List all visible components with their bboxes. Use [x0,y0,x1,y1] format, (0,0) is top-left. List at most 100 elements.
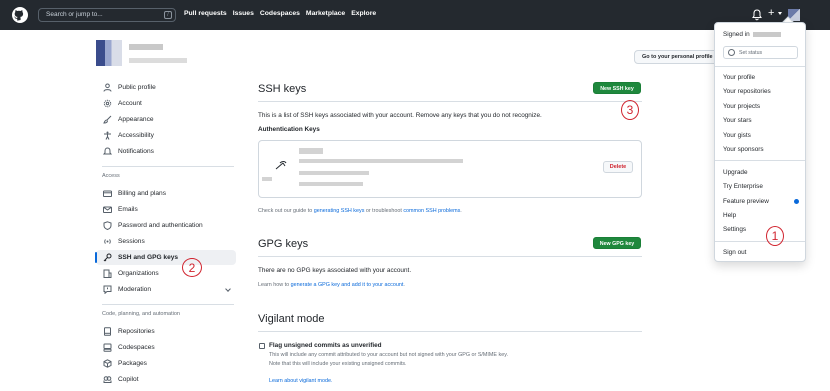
redacted-key-title [299,148,323,154]
sidebar-item-label: SSH and GPG keys [118,254,179,261]
chevron-down-icon[interactable] [225,286,231,292]
menu-divider [715,160,805,161]
sidebar-item-moderation[interactable]: Moderation [96,282,236,297]
vigilant-desc-2: Note that this will include your existin… [269,361,407,367]
key-icon [275,161,287,170]
menu-sign-out[interactable]: Sign out [723,249,746,256]
new-gpg-key-button[interactable]: New GPG key [593,237,641,249]
nav-pull-requests[interactable]: Pull requests [184,10,227,17]
sidebar-item-appearance[interactable]: Appearance [96,112,236,127]
menu-your-repositories[interactable]: Your repositories [723,88,771,95]
vigilant-desc-1: This will include any commit attributed … [269,352,508,358]
sidebar-item-ssh-gpg-keys[interactable]: SSH and GPG keys [95,250,236,265]
organization-icon [102,269,112,279]
sidebar-item-repositories[interactable]: Repositories [96,324,236,339]
section-divider [258,101,642,102]
learn-vigilant-link[interactable]: Learn about vigilant mode. [269,378,333,384]
redacted-account-type [129,58,187,63]
common-ssh-problems-link[interactable]: common SSH problems [403,208,460,214]
go-to-profile-button[interactable]: Go to your personal profile [634,50,724,64]
sidebar-item-label: Sessions [118,238,145,245]
package-icon [102,359,112,369]
copilot-icon [102,375,112,385]
sidebar-item-notifications[interactable]: Notifications [96,144,236,159]
mail-icon [102,205,112,215]
sidebar-item-label: Organizations [118,270,159,277]
menu-your-stars[interactable]: Your stars [723,117,752,124]
nav-marketplace[interactable]: Marketplace [306,10,345,17]
sidebar-item-label: Appearance [118,116,154,123]
gear-icon [102,99,112,109]
menu-divider [715,66,805,67]
user-dropdown-menu: Signed in Set status Your profile Your r… [714,22,806,262]
menu-divider [715,241,805,242]
sidebar-item-label: Moderation [118,286,151,293]
sidebar-item-packages[interactable]: Packages [96,356,236,371]
sidebar-item-sessions[interactable]: Sessions [96,234,236,249]
sidebar-item-label: Password and authentication [118,222,203,229]
sidebar-item-label: Packages [118,360,147,367]
person-icon [102,83,112,93]
menu-your-profile[interactable]: Your profile [723,74,755,81]
nav-explore[interactable]: Explore [351,10,376,17]
menu-settings[interactable]: Settings [723,226,746,233]
gpg-keys-heading: GPG keys [258,238,309,250]
sidebar-item-label: Copilot [118,376,139,383]
create-new-icon[interactable]: + [768,7,774,19]
nav-issues[interactable]: Issues [233,10,254,17]
flag-unsigned-checkbox[interactable] [259,343,265,349]
search-input[interactable]: Search or jump to... / [38,8,176,22]
delete-key-button[interactable]: Delete [603,161,633,173]
ssh-key-card: Delete [258,140,642,198]
menu-help[interactable]: Help [723,212,736,219]
learn-prefix: Learn how to [258,282,291,288]
menu-your-gists[interactable]: Your gists [723,132,751,139]
top-header: Search or jump to... / Pull requests Iss… [0,0,830,30]
github-logo-icon[interactable] [12,7,28,23]
menu-upgrade[interactable]: Upgrade [723,169,748,176]
create-new-caret-icon[interactable] [778,12,782,15]
sidebar-item-account[interactable]: Account [96,96,236,111]
generating-ssh-keys-link[interactable]: generating SSH keys [314,208,365,214]
accessibility-icon [102,131,112,141]
sidebar-item-billing[interactable]: Billing and plans [96,186,236,201]
annotation-3: 3 [621,100,639,120]
key-icon [102,253,112,263]
nav-codespaces[interactable]: Codespaces [260,10,300,17]
menu-your-sponsors[interactable]: Your sponsors [723,146,764,153]
sidebar-item-copilot[interactable]: Copilot [96,372,236,387]
set-status-label: Set status [739,49,763,56]
smiley-icon [728,49,735,56]
menu-try-enterprise[interactable]: Try Enterprise [723,183,763,190]
sidebar-item-label: Billing and plans [118,190,167,197]
set-status-button[interactable]: Set status [723,46,798,59]
redacted-username [752,32,781,37]
repo-icon [102,327,112,337]
signed-in-as: Signed in [723,31,781,38]
vigilant-mode-heading: Vigilant mode [258,313,325,325]
notifications-bell-icon[interactable] [752,9,762,21]
sidebar-item-public-profile[interactable]: Public profile [96,80,236,95]
report-icon [102,285,112,295]
sidebar-item-organizations[interactable]: Organizations [96,266,236,281]
credit-card-icon [102,189,112,199]
flag-unsigned-label[interactable]: Flag unsigned commits as unverified [269,342,382,349]
redacted-key-fingerprint [299,159,463,163]
redacted-key-type [262,177,272,181]
sidebar-item-label: Codespaces [118,344,155,351]
sidebar-item-emails[interactable]: Emails [96,202,236,217]
guide-suffix: . [460,208,462,214]
sidebar-item-label: Repositories [118,328,155,335]
sidebar-item-accessibility[interactable]: Accessibility [96,128,236,143]
menu-your-projects[interactable]: Your projects [723,103,760,110]
menu-feature-preview[interactable]: Feature preview [723,198,769,205]
generate-gpg-key-link[interactable]: generate a GPG key and add it to your ac… [291,282,404,288]
new-ssh-key-button[interactable]: New SSH key [593,82,641,94]
shield-lock-icon [102,221,112,231]
sidebar-item-codespaces[interactable]: Codespaces [96,340,236,355]
sidebar-divider [102,304,234,305]
gpg-empty-text: There are no GPG keys associated with yo… [258,267,412,274]
sidebar-item-label: Public profile [118,84,156,91]
annotation-2: 2 [182,258,202,277]
sidebar-item-password-auth[interactable]: Password and authentication [96,218,236,233]
